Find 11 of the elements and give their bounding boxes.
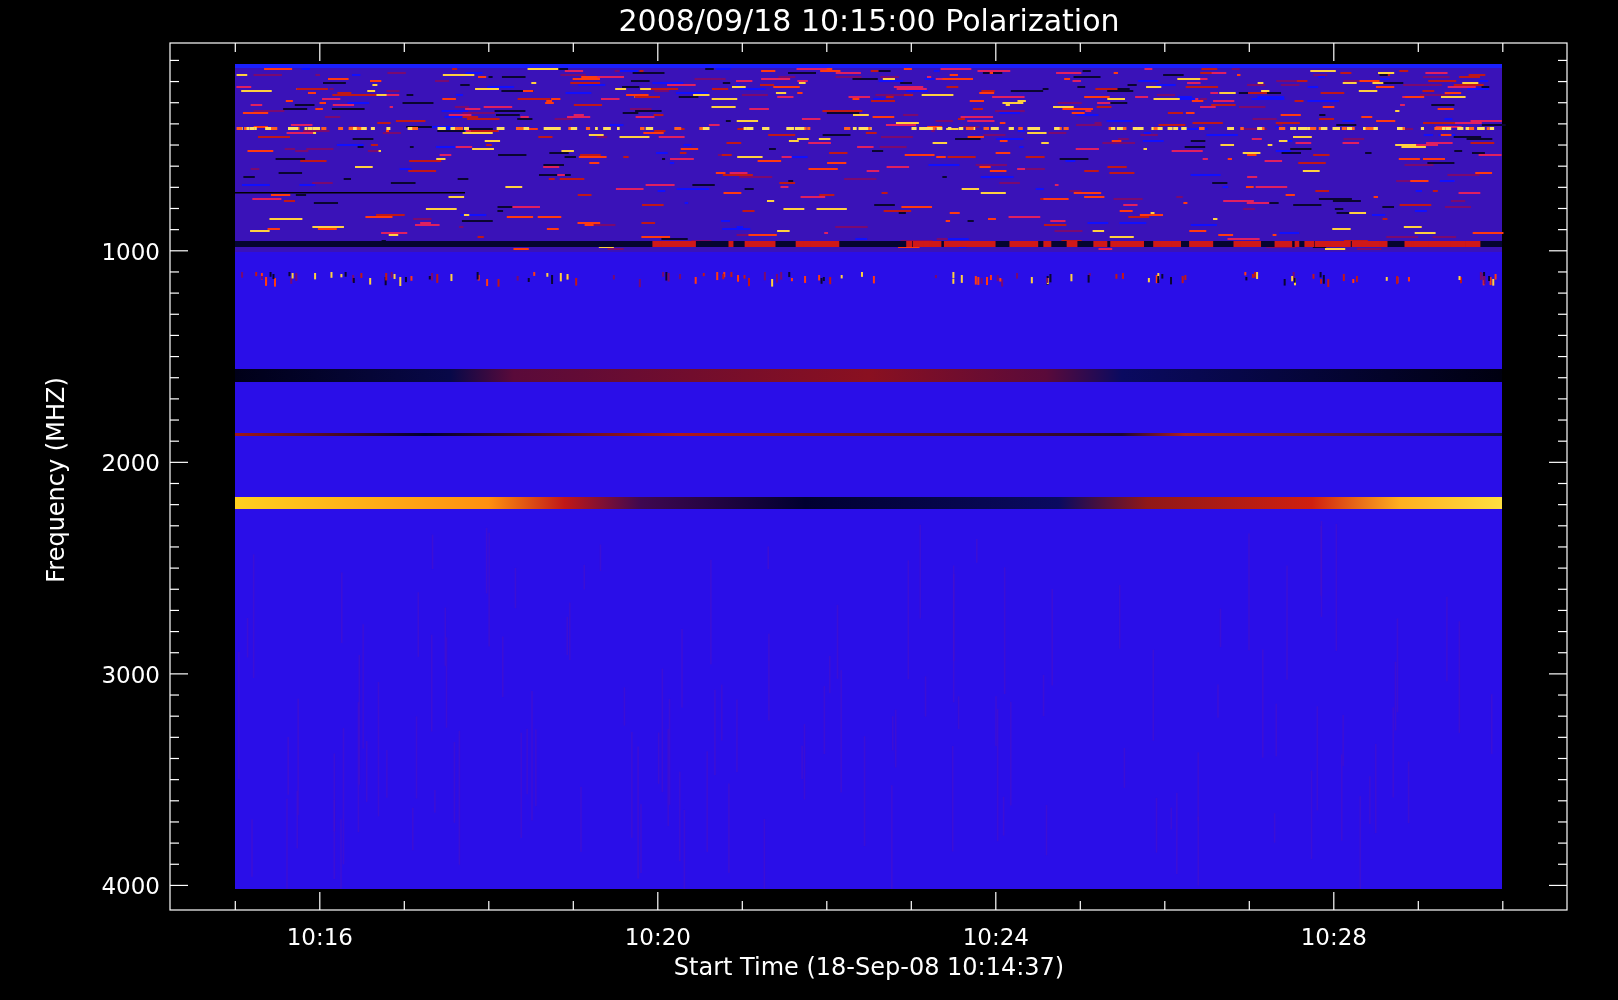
- y-tick-label: 2000: [101, 450, 160, 477]
- x-tick-label: 10:28: [1300, 924, 1367, 950]
- y-tick-label: 3000: [101, 661, 160, 688]
- y-axis-label: Frequency (MHZ): [42, 377, 70, 583]
- x-tick-label: 10:24: [962, 924, 1029, 950]
- y-tick-label: 4000: [101, 873, 160, 900]
- y-tick-label: 1000: [101, 238, 160, 265]
- x-tick-label: 10:16: [286, 924, 353, 950]
- plot-title: 2008/09/18 10:15:00 Polarization: [618, 3, 1120, 38]
- x-tick-label: 10:20: [624, 924, 691, 950]
- x-axis-label: Start Time (18-Sep-08 10:14:37): [673, 953, 1065, 981]
